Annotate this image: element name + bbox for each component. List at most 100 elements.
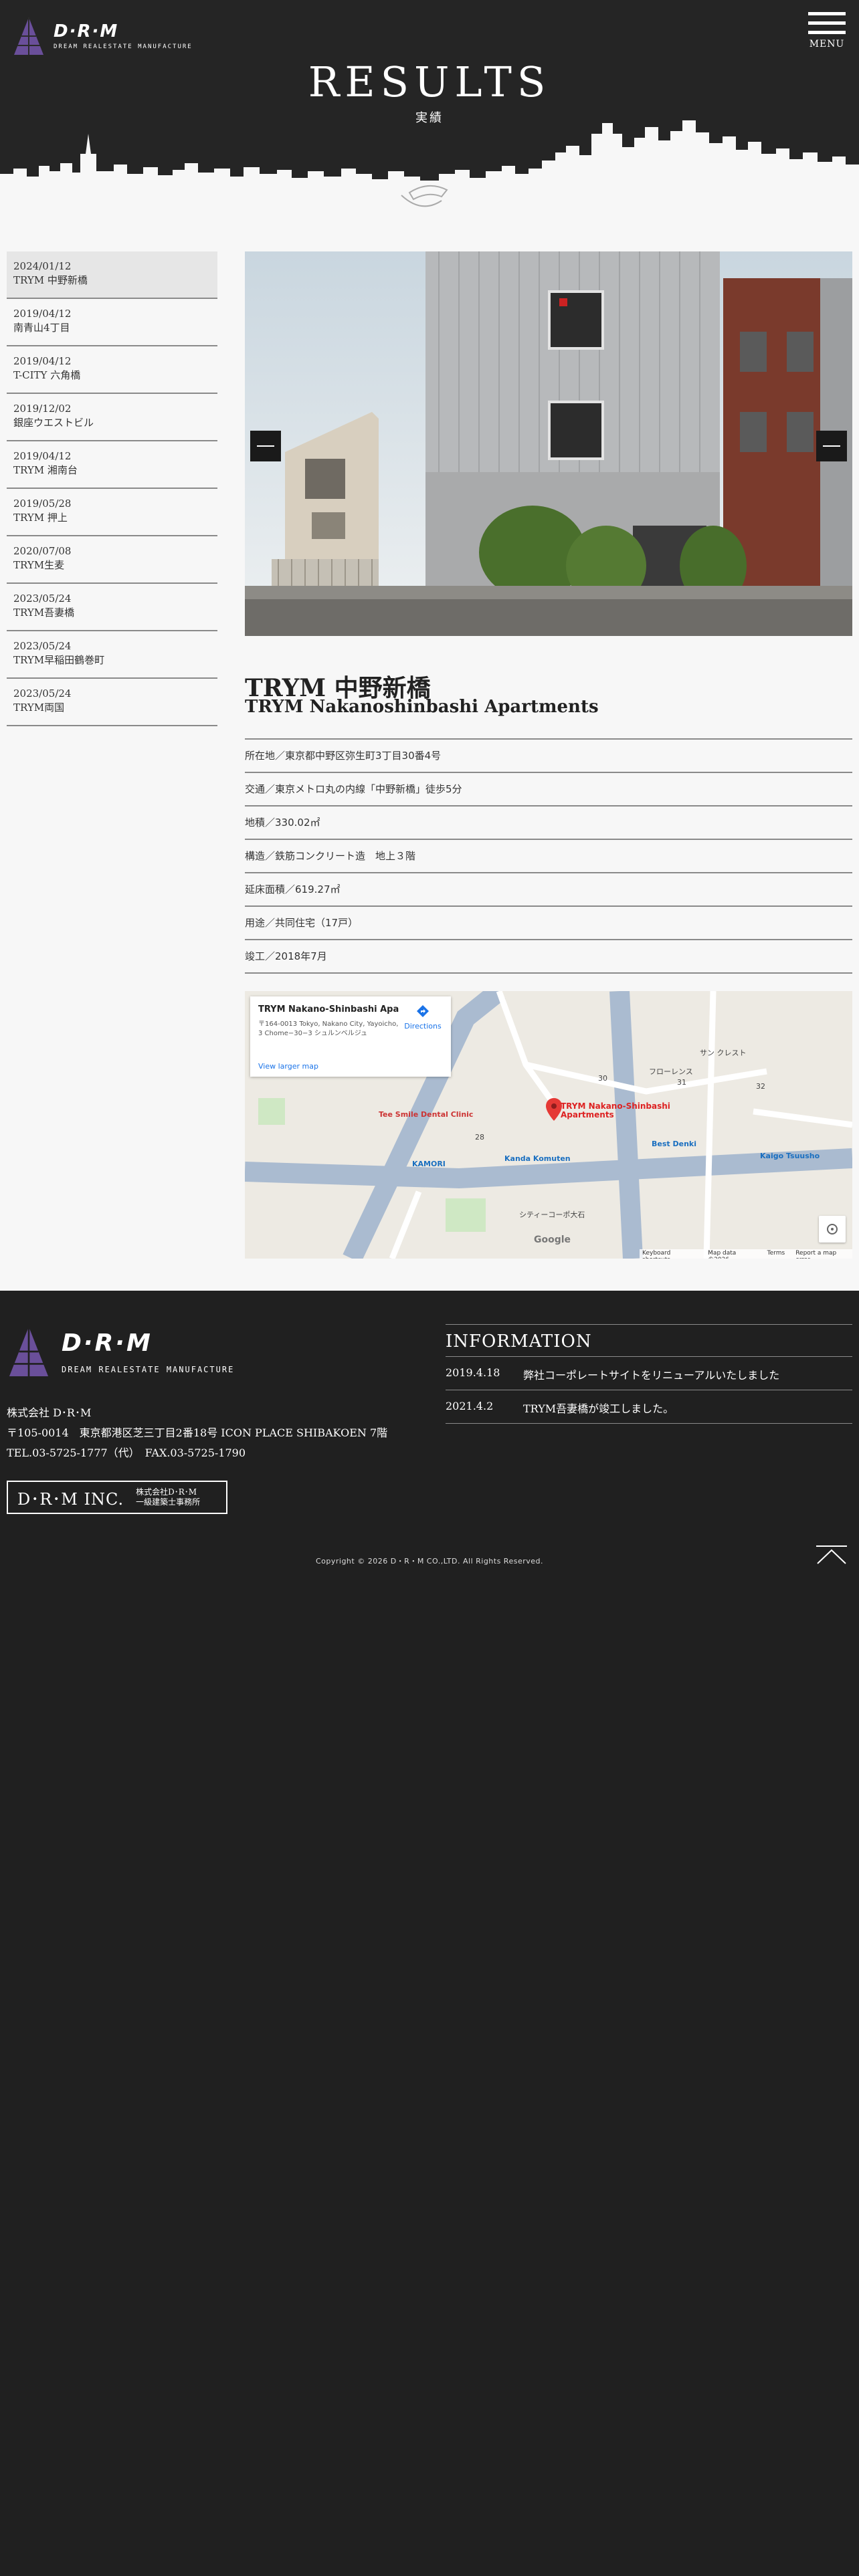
property-subtitle: TRYM Nakanoshinbashi Apartments [245, 697, 599, 717]
site-footer: D·R·M DREAM REALESTATE MANUFACTURE 株式会社 … [0, 1291, 859, 2576]
page-title: RESULTS [308, 58, 551, 106]
sidebar-item-name: TRYM 押上 [13, 512, 68, 524]
menu-icon-bar [808, 21, 846, 25]
crosshair-icon [827, 1224, 838, 1235]
property-photo [245, 251, 852, 636]
sidebar-item-name: TRYM 湘南台 [13, 464, 78, 476]
information-title: INFORMATION [446, 1325, 852, 1357]
badge-company: D･R･M INC. [17, 1489, 124, 1509]
map-label-num32: 32 [756, 1082, 765, 1091]
news-item[interactable]: 2021.4.2 TRYM吾妻橋が竣工しました。 [446, 1390, 852, 1424]
spec-completion: 竣工／2018年7月 [245, 940, 852, 974]
sidebar-item-trym-ryogoku[interactable]: 2023/05/24 TRYM両国 [7, 679, 217, 726]
report-map-error-link[interactable]: Report a map error [795, 1250, 850, 1259]
news-item[interactable]: 2019.4.18 弊社コーポレートサイトをリニューアルいたしました [446, 1357, 852, 1390]
site-header: D·R·M DREAM REALESTATE MANUFACTURE MENU … [0, 0, 859, 214]
directions-button[interactable]: Directions [403, 1004, 443, 1031]
sidebar-item-name: TRYM生麦 [13, 559, 65, 571]
city-skyline-illustration [0, 120, 859, 214]
map-card-title: TRYM Nakano-Shinbashi Apar... [258, 1004, 399, 1014]
arrow-right-icon [823, 445, 840, 447]
logo-tagline: DREAM REALESTATE MANUFACTURE [54, 43, 193, 50]
menu-icon-bar [808, 31, 846, 34]
logo-tower-icon [9, 1327, 49, 1376]
footer-logo-wordmark: D·R·M [62, 1329, 153, 1357]
company-info: 株式会社 D･R･M 〒105-0014 東京都港区芝三丁目2番18号 ICON… [7, 1403, 387, 1463]
information-section: INFORMATION 2019.4.18 弊社コーポレートサイトをリニューアル… [446, 1324, 852, 1424]
sidebar-item-name: T-CITY 六角橋 [13, 369, 81, 381]
sidebar-item-name: TRYM 中野新橋 [13, 274, 88, 286]
menu-icon-bar [808, 12, 846, 15]
sidebar-item-trym-azumabashi[interactable]: 2023/05/24 TRYM吾妻橋 [7, 584, 217, 631]
google-logo: Google [534, 1235, 571, 1245]
sidebar-item-date: 2023/05/24 [13, 593, 72, 605]
sidebar-item-ginza-west[interactable]: 2019/12/02 銀座ウエストビル [7, 394, 217, 441]
sidebar-item-date: 2019/04/12 [13, 450, 72, 462]
location-map[interactable]: Tee Smile Dental Clinic KAMORI Kanda Kom… [245, 991, 852, 1259]
sidebar-item-trym-nakanoshinbashi[interactable]: 2024/01/12 TRYM 中野新橋 [7, 251, 217, 299]
copyright: Copyright © 2026 D・R・M CO.,LTD. All Righ… [315, 1557, 544, 1566]
sidebar-item-date: 2019/04/12 [13, 308, 72, 320]
company-phone: TEL.03-5725-1777（代） FAX.03-5725-1790 [7, 1446, 246, 1459]
footer-logo-tagline: DREAM REALESTATE MANUFACTURE [62, 1364, 235, 1374]
map-card-address: 〒164-0013 Tokyo, Nakano City, Yayoicho, … [258, 1021, 399, 1037]
directions-icon [417, 1005, 429, 1017]
sidebar-item-name: TRYM吾妻橋 [13, 607, 75, 619]
sidebar-item-trym-oshiage[interactable]: 2019/05/28 TRYM 押上 [7, 489, 217, 536]
sidebar-item-name: TRYM早稲田鶴巻町 [13, 654, 105, 666]
sidebar-item-date: 2023/05/24 [13, 687, 72, 700]
news-date: 2021.4.2 [446, 1400, 494, 1412]
spec-structure: 構造／鉄筋コンクリート造 地上３階 [245, 840, 852, 873]
sidebar-item-date: 2019/04/12 [13, 355, 72, 367]
badge-sub-line2: 一級建築士事務所 [136, 1497, 201, 1507]
logo-tower-icon [14, 17, 43, 55]
map-pin-icon[interactable] [546, 1098, 562, 1121]
map-pin-label-line2: Apartments [561, 1110, 614, 1119]
directions-label: Directions [404, 1022, 442, 1031]
sidebar-item-date: 2023/05/24 [13, 640, 72, 652]
sidebar-item-minamiaoyama[interactable]: 2019/04/12 南青山4丁目 [7, 299, 217, 346]
news-date: 2019.4.18 [446, 1366, 500, 1379]
map-info-card: TRYM Nakano-Shinbashi Apar... 〒164-0013 … [250, 996, 451, 1077]
sidebar-item-trym-waseda[interactable]: 2023/05/24 TRYM早稲田鶴巻町 [7, 631, 217, 679]
company-address: 〒105-0014 東京都港区芝三丁目2番18号 ICON PLACE SHIB… [7, 1426, 388, 1439]
map-label-bestdenki: Best Denki [652, 1140, 696, 1148]
company-name: 株式会社 D･R･M [7, 1406, 92, 1419]
architect-office-badge: D･R･M INC. 株式会社D･R･M 一級建築士事務所 [7, 1481, 227, 1514]
spec-access: 交通／東京メトロ丸の内線「中野新橋」徒歩5分 [245, 773, 852, 807]
photo-next-button[interactable] [816, 431, 847, 461]
results-sidebar: 2024/01/12 TRYM 中野新橋 2019/04/12 南青山4丁目 2… [7, 251, 217, 726]
menu-label: MENU [809, 39, 845, 49]
map-attribution: Keyboard shortcuts Map data ©2026 Terms … [640, 1249, 852, 1259]
terms-link[interactable]: Terms [767, 1250, 785, 1259]
sidebar-item-date: 2020/07/08 [13, 545, 72, 557]
spec-floor-area: 延床面積／619.27㎡ [245, 873, 852, 907]
building-photo-illustration [245, 251, 852, 636]
map-label-clinic: Tee Smile Dental Clinic [379, 1110, 474, 1119]
sidebar-item-date: 2019/12/02 [13, 403, 72, 415]
sidebar-item-date: 2019/05/28 [13, 498, 72, 510]
results-main: 2024/01/12 TRYM 中野新橋 2019/04/12 南青山4丁目 2… [0, 214, 859, 1291]
property-specs: 所在地／東京都中野区弥生町3丁目30番4号 交通／東京メトロ丸の内線「中野新橋」… [245, 738, 852, 974]
sidebar-item-trym-namamugi[interactable]: 2020/07/08 TRYM生麦 [7, 536, 217, 584]
sidebar-item-date: 2024/01/12 [13, 260, 72, 272]
map-label-num31: 31 [677, 1078, 686, 1087]
map-label-num30: 30 [598, 1074, 607, 1083]
footer-logo[interactable]: D·R·M DREAM REALESTATE MANUFACTURE [7, 1324, 234, 1379]
logo-wordmark: D·R·M [54, 21, 119, 41]
map-label-city: シティーコーポ大石 [519, 1210, 585, 1219]
map-label-kamori: KAMORI [412, 1160, 446, 1168]
sidebar-item-name: 南青山4丁目 [13, 322, 70, 334]
keyboard-shortcuts-link[interactable]: Keyboard shortcuts [642, 1250, 697, 1259]
sidebar-item-trym-shonandai[interactable]: 2019/04/12 TRYM 湘南台 [7, 441, 217, 489]
site-logo[interactable]: D·R·M DREAM REALESTATE MANUFACTURE [12, 16, 193, 56]
badge-sub-line1: 株式会社D･R･M [136, 1487, 197, 1497]
map-location-button[interactable] [819, 1216, 846, 1243]
view-larger-map-link[interactable]: View larger map [258, 1062, 318, 1071]
spec-location: 所在地／東京都中野区弥生町3丁目30番4号 [245, 740, 852, 773]
sidebar-item-t-city-rokkakubashi[interactable]: 2019/04/12 T-CITY 六角橋 [7, 346, 217, 394]
map-label-kaigo: Kaigo Tsuusho [760, 1152, 820, 1160]
spec-land-area: 地積／330.02㎡ [245, 807, 852, 840]
menu-button[interactable]: MENU [808, 12, 846, 49]
photo-prev-button[interactable] [250, 431, 281, 461]
